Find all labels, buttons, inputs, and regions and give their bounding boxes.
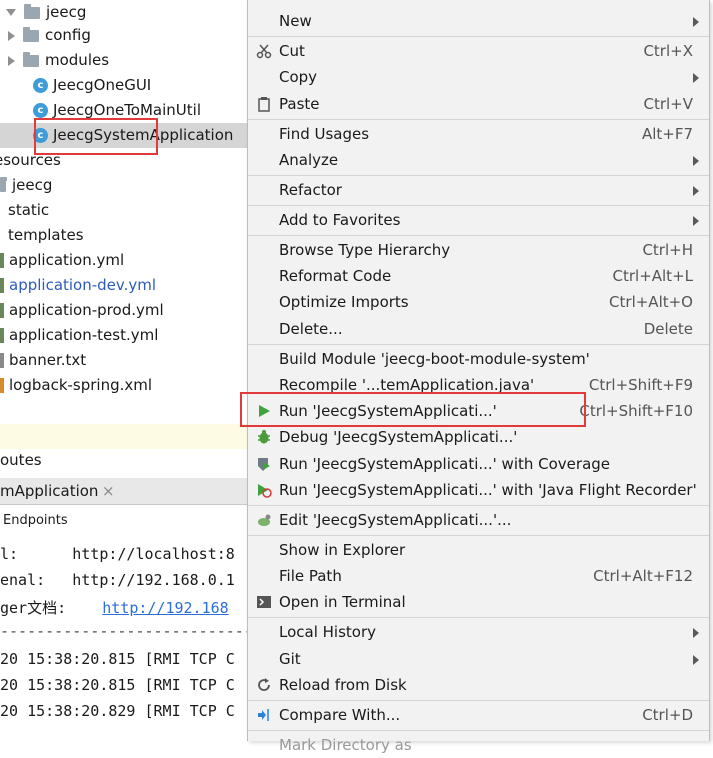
menu-separator — [248, 205, 709, 206]
menu-separator — [248, 119, 709, 120]
highlight-box-run — [240, 392, 586, 427]
menu-compare-with[interactable]: Compare With... Ctrl+D — [248, 702, 709, 728]
compare-icon — [258, 709, 269, 721]
menu-separator — [248, 505, 709, 506]
menu-analyze[interactable]: Analyze — [248, 147, 709, 173]
submenu-arrow-icon — [693, 186, 699, 196]
menu-open-in-terminal[interactable]: Open in Terminal — [248, 589, 709, 615]
console-line: 20 15:38:20.815 [RMI TCP C — [0, 650, 235, 668]
run-tab-bar: mApplication × — [0, 478, 250, 505]
menu-separator — [248, 617, 709, 618]
coverage-icon — [258, 458, 270, 471]
tree-item-jeecg-res[interactable]: jeecg — [0, 173, 52, 198]
endpoints-bar: Endpoints — [0, 505, 250, 540]
console-line: 20 15:38:20.815 [RMI TCP C — [0, 676, 235, 694]
context-menu: New Cut Ctrl+X Copy Paste Ctrl+V Find Usag… — [247, 0, 710, 754]
expand-arrow-icon[interactable] — [6, 9, 16, 16]
tree-item-application-prod-yml[interactable]: application-prod.yml — [0, 298, 164, 323]
console-line: l: http://localhost:8 — [0, 545, 235, 563]
folder-icon — [24, 3, 40, 19]
submenu-arrow-icon — [693, 156, 699, 166]
text-file-icon — [0, 353, 4, 368]
console-line: -------------------------------- — [0, 622, 289, 640]
tree-item-banner-txt[interactable]: banner.txt — [0, 348, 86, 373]
highlight-box-tree — [34, 118, 158, 155]
submenu-arrow-icon — [693, 628, 699, 638]
menu-separator — [248, 344, 709, 345]
tree-item-config[interactable]: config — [8, 23, 91, 48]
tree-item-application-yml[interactable]: application.yml — [0, 248, 124, 273]
folder-icon — [23, 26, 39, 42]
yaml-file-icon — [0, 278, 4, 293]
endpoints-label[interactable]: Endpoints — [3, 513, 68, 528]
yaml-file-icon — [0, 328, 4, 343]
menu-edit-config[interactable]: Edit 'JeecgSystemApplicati...'... — [248, 507, 709, 533]
console-line: enal: http://192.168.0.1 — [0, 571, 235, 589]
tree-item-modules[interactable]: modules — [8, 48, 109, 73]
reload-icon — [258, 678, 270, 691]
menu-run-with-jfr[interactable]: Run 'JeecgSystemApplicati...' with 'Java… — [248, 477, 709, 503]
terminal-icon — [257, 596, 271, 608]
java-class-icon: c — [33, 103, 48, 118]
tree-item-logback-spring-xml[interactable]: logback-spring.xml — [0, 373, 152, 398]
menu-separator — [248, 36, 709, 37]
console-line: ger文档: http://192.168 — [0, 599, 229, 617]
menu-separator — [248, 730, 709, 731]
clipboard-icon — [258, 97, 270, 112]
menu-new[interactable]: New — [248, 8, 709, 34]
submenu-arrow-icon — [693, 655, 699, 665]
menu-separator — [248, 700, 709, 701]
menu-local-history[interactable]: Local History — [248, 619, 709, 645]
tree-item-routes[interactable]: outes — [0, 448, 42, 473]
xml-file-icon — [0, 378, 4, 393]
tree-item-application-test-yml[interactable]: application-test.yml — [0, 323, 158, 348]
menu-cut[interactable]: Cut Ctrl+X — [248, 38, 709, 64]
menu-paste[interactable]: Paste Ctrl+V — [248, 91, 709, 117]
menu-find-usages[interactable]: Find Usages Alt+F7 — [248, 121, 709, 147]
tree-item-jeecgonegui[interactable]: c JeecgOneGUI — [33, 73, 151, 98]
menu-mark-directory[interactable]: Mark Directory as — [248, 732, 709, 758]
tree-item-templates[interactable]: templates — [8, 223, 84, 248]
collapse-arrow-icon[interactable] — [8, 55, 15, 66]
menu-delete[interactable]: Delete... Delete — [248, 316, 709, 342]
project-tree: jeecg config modules c JeecgOneGUI c Jeecg… — [0, 0, 250, 480]
submenu-arrow-icon — [693, 17, 699, 27]
menu-separator — [248, 235, 709, 236]
yaml-file-icon — [0, 303, 4, 318]
debug-bug-icon — [258, 430, 270, 444]
menu-show-in-explorer[interactable]: Show in Explorer — [248, 537, 709, 563]
menu-reformat-code[interactable]: Reformat Code Ctrl+Alt+L — [248, 263, 709, 289]
tree-item-jeecg[interactable]: jeecg — [6, 0, 86, 25]
menu-browse-type-hierarchy[interactable]: Browse Type Hierarchy Ctrl+H — [248, 237, 709, 263]
close-tab-icon[interactable]: × — [102, 480, 115, 502]
menu-debug[interactable]: Debug 'JeecgSystemApplicati...' — [248, 424, 709, 450]
collapse-arrow-icon[interactable] — [8, 30, 15, 41]
scissors-icon — [256, 44, 272, 59]
flight-recorder-icon — [258, 484, 272, 498]
menu-optimize-imports[interactable]: Optimize Imports Ctrl+Alt+O — [248, 289, 709, 315]
console-line: 20 15:38:20.829 [RMI TCP C — [0, 702, 235, 720]
menu-separator — [248, 535, 709, 536]
menu-refactor[interactable]: Refactor — [248, 177, 709, 203]
folder-icon — [0, 176, 7, 192]
menu-run-with-coverage[interactable]: Run 'JeecgSystemApplicati...' with Cover… — [248, 451, 709, 477]
edit-config-icon — [258, 514, 271, 526]
tree-item-application-dev-yml[interactable]: application-dev.yml — [0, 273, 156, 298]
tree-item-static[interactable]: static — [8, 198, 49, 223]
menu-reload-from-disk[interactable]: Reload from Disk — [248, 672, 709, 698]
highlight-band — [0, 424, 250, 449]
run-tab-title[interactable]: mApplication — [0, 480, 98, 502]
menu-copy[interactable]: Copy — [248, 64, 709, 90]
menu-git[interactable]: Git — [248, 646, 709, 672]
folder-icon — [23, 51, 39, 67]
java-class-icon: c — [33, 78, 48, 93]
menu-file-path[interactable]: File Path Ctrl+Alt+F12 — [248, 563, 709, 589]
swagger-link[interactable]: http://192.168 — [102, 599, 228, 617]
menu-add-to-favorites[interactable]: Add to Favorites — [248, 207, 709, 233]
yaml-file-icon — [0, 253, 4, 268]
submenu-arrow-icon — [693, 216, 699, 226]
submenu-arrow-icon — [693, 73, 699, 83]
menu-build-module[interactable]: Build Module 'jeecg-boot-module-system' — [248, 346, 709, 372]
menu-separator — [248, 175, 709, 176]
